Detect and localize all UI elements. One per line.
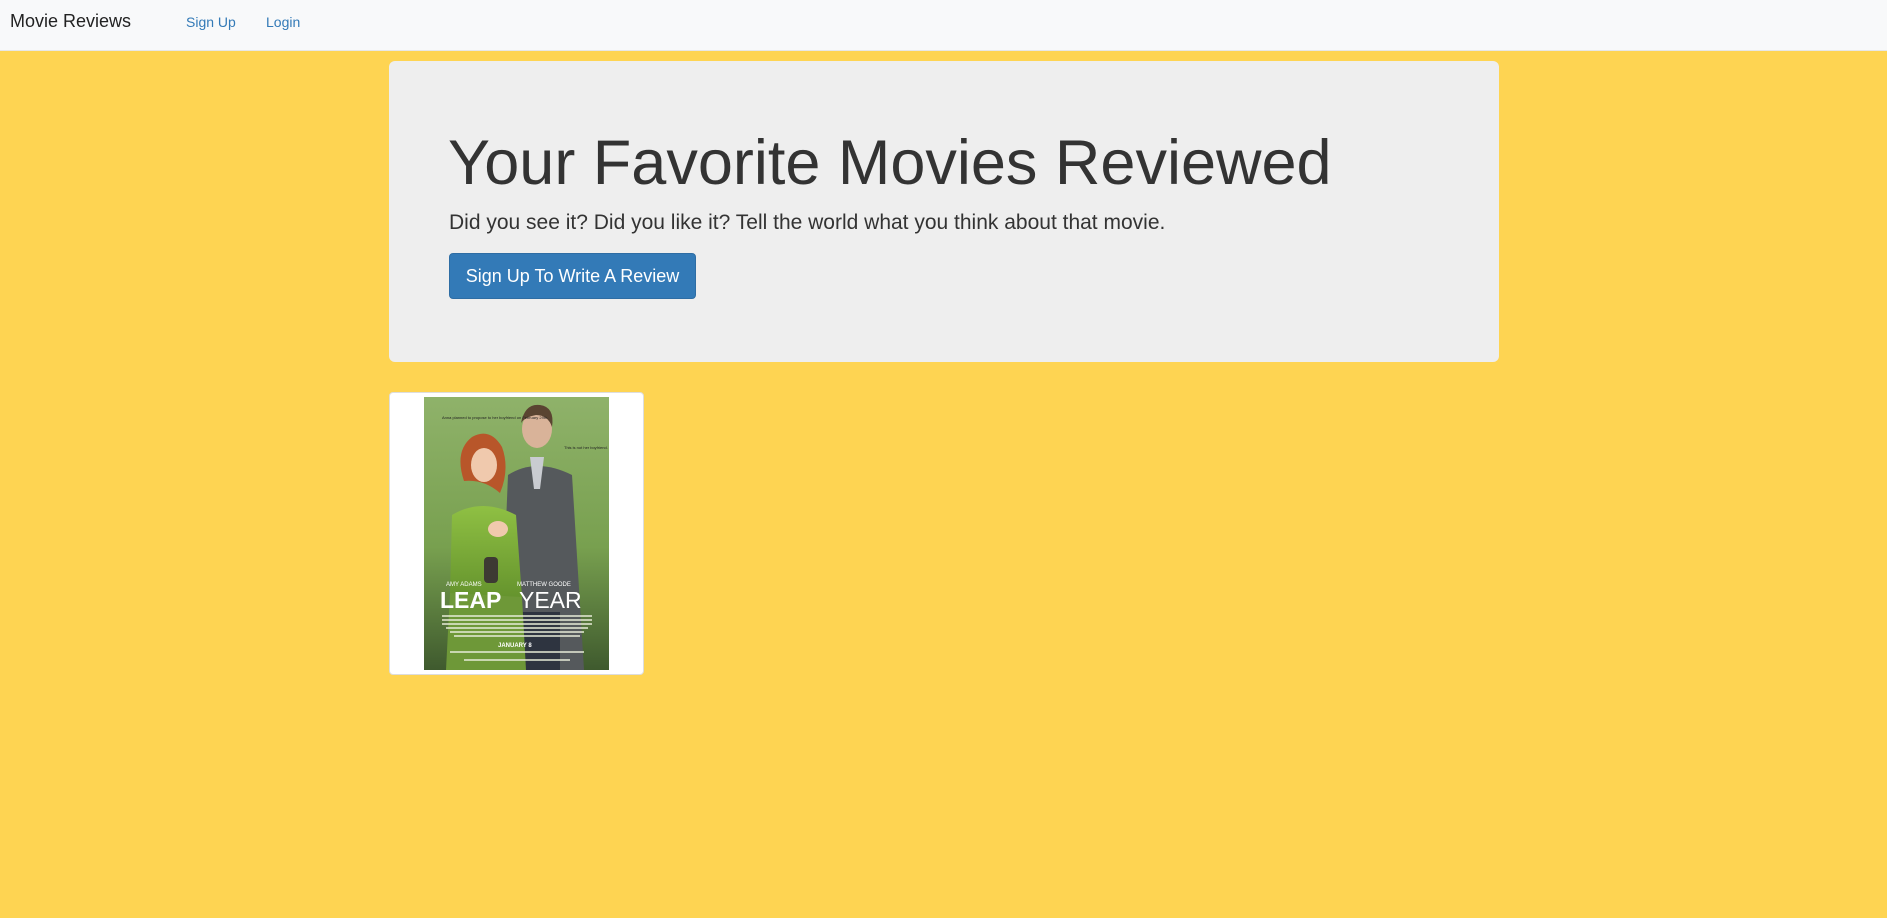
nav-signup-link[interactable]: Sign Up (186, 13, 236, 31)
brand-link[interactable]: Movie Reviews (10, 11, 131, 31)
poster-artwork: Anna planned to propose to her boyfriend… (424, 397, 609, 670)
movie-thumbnail[interactable]: Anna planned to propose to her boyfriend… (389, 392, 644, 675)
movie-poster-image[interactable]: Anna planned to propose to her boyfriend… (424, 397, 609, 670)
nav-login-link[interactable]: Login (266, 13, 300, 31)
hero-jumbotron: Your Favorite Movies Reviewed Did you se… (389, 61, 1499, 362)
navbar: Movie Reviews Sign Up Login (0, 0, 1887, 51)
poster-title-word-1: LEAP (440, 587, 501, 613)
poster-tagline-left: Anna planned to propose to her boyfriend… (442, 415, 548, 420)
poster-title-word-2: YEAR (519, 587, 582, 613)
poster-tagline-right: This is not her boyfriend. (564, 445, 608, 450)
signup-review-button[interactable]: Sign Up To Write A Review (449, 253, 696, 299)
poster-release-date: JANUARY 8 (498, 643, 532, 649)
page-title: Your Favorite Movies Reviewed (448, 128, 1332, 198)
hero-lead-text: Did you see it? Did you like it? Tell th… (449, 211, 1166, 234)
